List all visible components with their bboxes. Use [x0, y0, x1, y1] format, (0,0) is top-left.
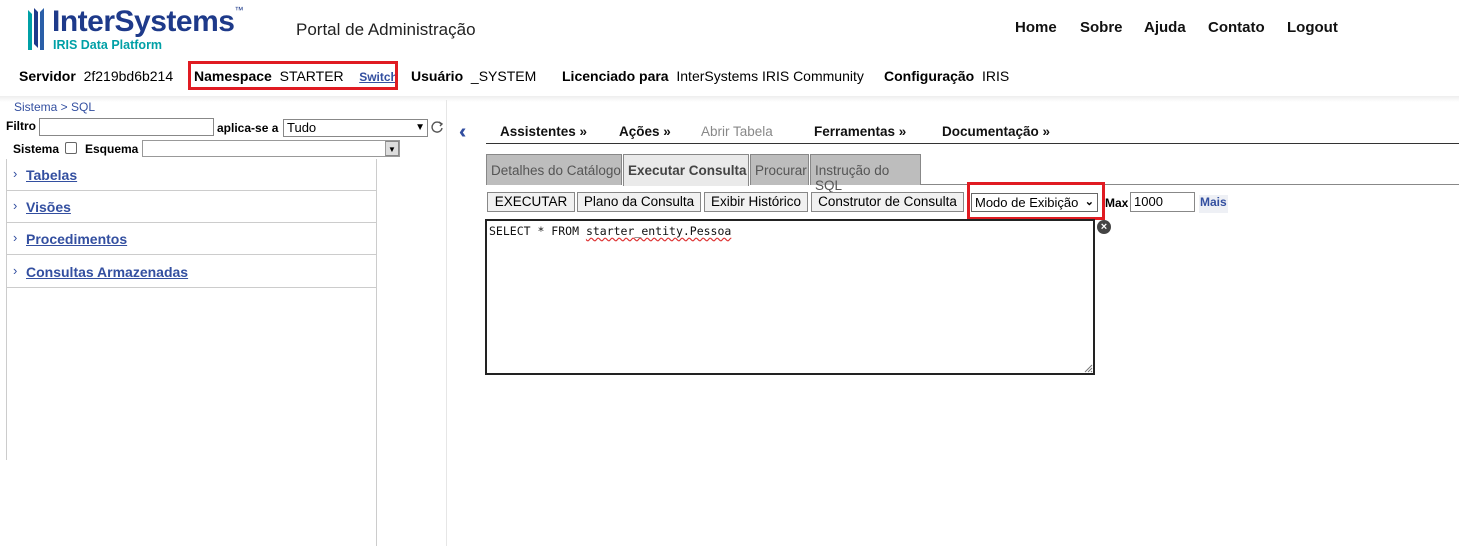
menu-open-table[interactable]: Abrir Tabela — [701, 124, 773, 139]
tab-execute-query[interactable]: Executar Consulta — [623, 154, 749, 186]
applies-to-select[interactable]: Tudo ▼ — [283, 119, 428, 137]
panel-separator[interactable] — [446, 100, 447, 546]
breadcrumb[interactable]: Sistema > SQL — [14, 100, 95, 114]
more-link[interactable]: Mais — [1199, 195, 1228, 213]
schema-select[interactable]: ▼ — [142, 140, 400, 157]
tree-item-tables[interactable]: › Tabelas — [7, 159, 376, 191]
menu-tools[interactable]: Ferramentas » — [814, 124, 906, 139]
tree-item-procedures[interactable]: › Procedimentos — [7, 223, 376, 255]
menu-wizards[interactable]: Assistentes » — [500, 124, 587, 139]
object-tree: › Tabelas › Visões › Procedimentos › Con… — [6, 159, 377, 546]
namespace-highlight-box — [188, 61, 398, 90]
header-divider — [0, 96, 1459, 102]
logo-mark-icon — [28, 8, 44, 50]
nav-contact[interactable]: Contato — [1208, 19, 1265, 36]
query-table-name: starter_entity.Pessoa — [585, 224, 732, 238]
max-label: Max — [1105, 196, 1129, 210]
menu-actions[interactable]: Ações » — [619, 124, 671, 139]
menu-documentation[interactable]: Documentação » — [942, 124, 1050, 139]
chevron-right-icon: › — [13, 198, 18, 213]
server-value: 2f219bd6b214 — [83, 68, 174, 84]
config-value: IRIS — [982, 68, 1010, 84]
nav-help[interactable]: Ajuda — [1144, 19, 1186, 36]
resize-grip-icon[interactable] — [1084, 364, 1093, 373]
nav-logout[interactable]: Logout — [1287, 19, 1338, 36]
chevron-right-icon: › — [13, 230, 18, 245]
system-label: Sistema — [13, 142, 60, 156]
clear-query-icon[interactable]: × — [1097, 220, 1111, 234]
filter-input[interactable] — [39, 118, 214, 136]
query-textarea[interactable]: SELECT * FROM starter_entity.Pessoa — [485, 219, 1095, 375]
query-builder-button[interactable]: Construtor de Consulta — [811, 192, 964, 212]
config-label: Configuração — [884, 68, 975, 84]
chevron-down-icon: ▼ — [415, 122, 425, 133]
license-info: Licenciado para InterSystems IRIS Commun… — [562, 68, 864, 84]
logo-tagline: IRIS Data Platform — [53, 38, 163, 52]
tree-item-views[interactable]: › Visões — [7, 191, 376, 223]
portal-title: Portal de Administração — [296, 20, 476, 39]
nav-about[interactable]: Sobre — [1080, 19, 1123, 36]
menu-divider — [486, 143, 1459, 144]
query-prefix: SELECT * FROM — [489, 224, 586, 238]
server-info: Servidor 2f219bd6b214 — [19, 68, 173, 84]
tab-browse[interactable]: Procurar — [750, 154, 809, 185]
applies-to-value: Tudo — [287, 120, 317, 135]
nav-home[interactable]: Home — [1015, 19, 1057, 36]
user-value: _SYSTEM — [470, 68, 537, 84]
filter-label: Filtro — [6, 119, 36, 133]
config-info: Configuração IRIS — [884, 68, 1009, 84]
applies-to-label: aplica-se a — [217, 121, 279, 135]
show-history-button[interactable]: Exibir Histórico — [704, 192, 808, 212]
tree-item-stored-queries[interactable]: › Consultas Armazenadas — [7, 256, 376, 288]
panel-gap — [0, 460, 7, 546]
refresh-icon[interactable] — [430, 120, 444, 134]
display-mode-highlight-box — [967, 182, 1105, 220]
chevron-down-icon: ▼ — [385, 141, 399, 156]
chevron-right-icon: › — [13, 166, 18, 181]
tab-catalog-details[interactable]: Detalhes do Catálogo — [486, 154, 622, 185]
user-info: Usuário _SYSTEM — [411, 68, 536, 84]
licensed-value: InterSystems IRIS Community — [676, 68, 864, 84]
logo-brand: InterSystems™ — [52, 5, 243, 38]
execute-button[interactable]: EXECUTAR — [487, 192, 575, 212]
tree-item-label: Visões — [26, 199, 71, 215]
server-label: Servidor — [19, 68, 76, 84]
user-label: Usuário — [411, 68, 464, 84]
licensed-label: Licenciado para — [562, 68, 669, 84]
tree-item-label: Tabelas — [26, 167, 78, 183]
intersystems-logo[interactable]: InterSystems™ IRIS Data Platform — [24, 5, 244, 54]
schema-label: Esquema — [85, 142, 139, 156]
tree-item-label: Procedimentos — [26, 231, 128, 247]
tree-item-label: Consultas Armazenadas — [26, 264, 189, 280]
collapse-panel-icon[interactable]: ‹‹ — [459, 121, 468, 144]
system-checkbox[interactable] — [65, 142, 77, 154]
tab-sql-statements[interactable]: Instrução do SQL — [810, 154, 921, 193]
query-plan-button[interactable]: Plano da Consulta — [577, 192, 701, 212]
max-rows-input[interactable]: 1000 — [1130, 192, 1195, 212]
chevron-right-icon: › — [13, 263, 18, 278]
